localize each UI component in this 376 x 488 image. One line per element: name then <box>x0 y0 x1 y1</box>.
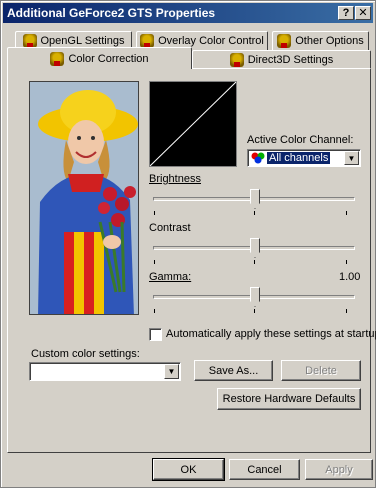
nvidia-icon <box>50 51 65 66</box>
custom-settings-select[interactable]: ▼ <box>29 362 181 381</box>
active-channel-value: All channels <box>267 152 331 164</box>
contrast-label: Contrast <box>149 222 191 234</box>
active-channel-select[interactable]: All channels ▼ <box>247 149 361 167</box>
nvidia-icon <box>140 34 155 48</box>
auto-apply-label[interactable]: Automatically apply these settings at st… <box>166 328 376 340</box>
gamma-label: Gamma: <box>149 271 192 283</box>
tick-mark <box>254 309 255 313</box>
tick-mark <box>346 260 347 264</box>
title-bar: Additional GeForce2 GTS Properties ? ✕ <box>3 3 373 23</box>
tick-mark <box>254 260 255 264</box>
close-button[interactable]: ✕ <box>355 6 371 20</box>
tick-mark <box>254 211 255 215</box>
tab-label: Direct3D Settings <box>247 54 334 66</box>
restore-defaults-button[interactable]: Restore Hardware Defaults <box>217 388 361 410</box>
window-title: Additional GeForce2 GTS Properties <box>7 6 216 20</box>
sample-photo <box>29 81 139 315</box>
apply-button[interactable]: Apply <box>305 459 373 480</box>
nvidia-icon <box>22 34 37 48</box>
tab-direct3d-settings[interactable]: Direct3D Settings <box>192 50 371 69</box>
delete-button[interactable]: Delete <box>281 360 361 381</box>
tick-mark <box>154 211 155 215</box>
properties-window: Additional GeForce2 GTS Properties ? ✕ O… <box>0 0 376 488</box>
tab-label: Overlay Color Control <box>158 35 264 47</box>
tab-label: Color Correction <box>68 52 149 65</box>
tick-mark <box>154 260 155 264</box>
nvidia-icon <box>277 34 292 48</box>
tick-mark <box>154 309 155 313</box>
chevron-down-icon[interactable]: ▼ <box>164 364 179 379</box>
chevron-down-icon[interactable]: ▼ <box>344 151 359 165</box>
tab-label: Other Options <box>295 35 364 47</box>
nvidia-icon <box>229 53 244 67</box>
tick-mark <box>346 211 347 215</box>
tab-other-options[interactable]: Other Options <box>272 31 369 50</box>
custom-settings-label: Custom color settings: <box>31 348 140 360</box>
tab-color-correction[interactable]: Color Correction <box>7 47 192 69</box>
brightness-label: Brightness <box>149 173 201 185</box>
rgb-channels-icon <box>251 152 265 164</box>
active-channel-label: Active Color Channel: <box>247 134 354 146</box>
help-button[interactable]: ? <box>338 6 354 20</box>
color-curve-preview <box>149 81 237 167</box>
save-as-button[interactable]: Save As... <box>194 360 273 381</box>
tab-label: OpenGL Settings <box>40 35 125 47</box>
tick-mark <box>346 309 347 313</box>
cancel-button[interactable]: Cancel <box>229 459 300 480</box>
ok-button[interactable]: OK <box>152 458 225 481</box>
auto-apply-checkbox[interactable] <box>149 328 162 341</box>
gamma-value: 1.00 <box>339 271 361 283</box>
